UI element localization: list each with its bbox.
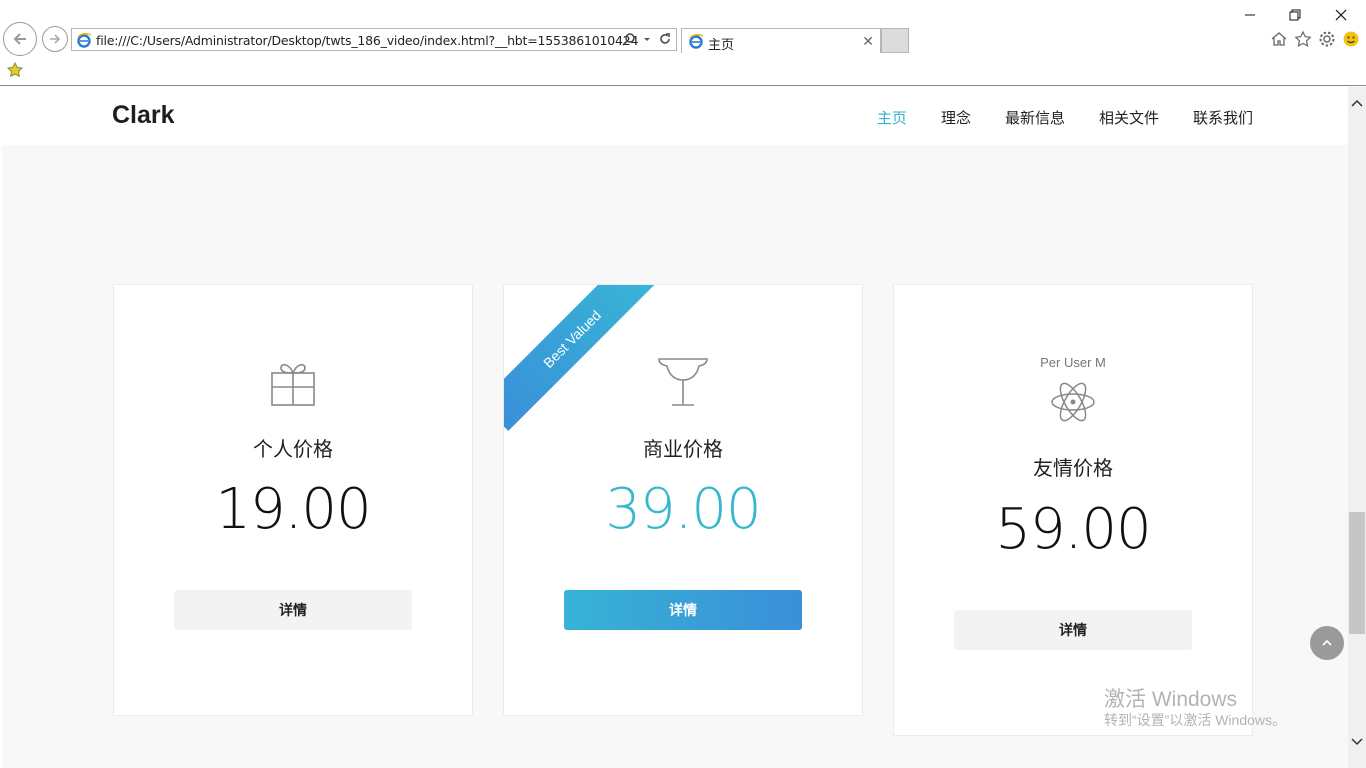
card-price: 19.00 bbox=[215, 477, 371, 542]
site-logo[interactable]: Clark bbox=[112, 101, 175, 130]
new-tab-button[interactable] bbox=[881, 28, 909, 53]
chevron-down-icon bbox=[1351, 738, 1363, 746]
add-favorite-icon[interactable] bbox=[6, 62, 24, 78]
url-text: file:///C:/Users/Administrator/Desktop/t… bbox=[96, 33, 639, 48]
nav-documents[interactable]: 相关文件 bbox=[1099, 107, 1159, 128]
vertical-scrollbar[interactable] bbox=[1348, 87, 1366, 768]
back-button[interactable] bbox=[3, 22, 37, 56]
scroll-up-arrow[interactable] bbox=[1350, 97, 1364, 111]
arrow-right-icon bbox=[50, 34, 61, 44]
trophy-icon bbox=[658, 358, 708, 406]
refresh-icon[interactable] bbox=[658, 32, 672, 46]
atom-icon bbox=[1051, 382, 1095, 422]
search-icon[interactable] bbox=[622, 32, 636, 46]
page-viewport: Clark 主页 理念 最新信息 相关文件 联系我们 个人价格 19.00 详情… bbox=[2, 87, 1348, 768]
card-subtitle: Per User M bbox=[1040, 355, 1106, 370]
back-to-top-button[interactable] bbox=[1310, 626, 1344, 660]
activation-watermark-title: 激活 Windows bbox=[1104, 688, 1238, 711]
nav-home[interactable]: 主页 bbox=[877, 107, 907, 128]
pricing-card-business: Best Valued 商业价格 39.00 详情 bbox=[503, 284, 863, 716]
card-price: 39.00 bbox=[605, 477, 761, 542]
gift-icon bbox=[271, 363, 315, 406]
tab-title: 主页 bbox=[708, 37, 735, 52]
ie-logo-icon bbox=[689, 33, 704, 49]
details-button[interactable]: 详情 bbox=[564, 590, 802, 630]
close-icon bbox=[1335, 9, 1347, 21]
forward-button[interactable] bbox=[42, 26, 68, 52]
ribbon-label: Best Valued bbox=[540, 307, 604, 371]
scroll-down-arrow[interactable] bbox=[1350, 736, 1364, 750]
activation-watermark-text: 转到“设置”以激活 Windows。 bbox=[1104, 712, 1287, 728]
arrow-left-icon bbox=[13, 33, 26, 45]
chevron-up-icon bbox=[1322, 639, 1332, 646]
card-price: 59.00 bbox=[995, 497, 1151, 562]
home-icon[interactable] bbox=[1270, 30, 1288, 48]
restore-icon bbox=[1289, 9, 1301, 21]
address-bar[interactable]: file:///C:/Users/Administrator/Desktop/t… bbox=[71, 28, 677, 51]
ie-logo-icon bbox=[77, 32, 92, 48]
gear-icon[interactable] bbox=[1318, 30, 1336, 48]
chevron-down-icon[interactable] bbox=[642, 32, 652, 46]
card-title: 商业价格 bbox=[643, 439, 723, 461]
browser-chrome: file:///C:/Users/Administrator/Desktop/t… bbox=[0, 0, 1366, 86]
chevron-up-icon bbox=[1351, 99, 1363, 107]
nav-philosophy[interactable]: 理念 bbox=[941, 107, 971, 128]
nav-contact[interactable]: 联系我们 bbox=[1193, 107, 1253, 128]
main-nav: 主页 理念 最新信息 相关文件 联系我们 bbox=[877, 107, 1253, 128]
restore-button[interactable] bbox=[1275, 4, 1315, 26]
minimize-icon bbox=[1245, 14, 1255, 16]
scrollbar-thumb[interactable] bbox=[1349, 512, 1365, 634]
pricing-card-personal: 个人价格 19.00 详情 bbox=[113, 284, 473, 716]
details-button[interactable]: 详情 bbox=[174, 590, 412, 630]
card-title: 友情价格 bbox=[1033, 458, 1113, 480]
nav-news[interactable]: 最新信息 bbox=[1005, 107, 1065, 128]
smiley-icon[interactable] bbox=[1342, 30, 1360, 48]
pricing-card-friend: Per User M 友情价格 59.00 详情 bbox=[893, 284, 1253, 736]
best-valued-ribbon: Best Valued bbox=[504, 285, 664, 431]
details-button[interactable]: 详情 bbox=[954, 610, 1192, 650]
tab-home[interactable]: 主页 ✕ bbox=[681, 28, 881, 53]
close-window-button[interactable] bbox=[1321, 4, 1361, 26]
favorites-star-icon[interactable] bbox=[1294, 30, 1312, 48]
close-tab-icon[interactable]: ✕ bbox=[862, 33, 874, 50]
minimize-button[interactable] bbox=[1230, 4, 1270, 26]
card-title: 个人价格 bbox=[253, 439, 333, 461]
site-header: Clark 主页 理念 最新信息 相关文件 联系我们 bbox=[2, 87, 1348, 145]
